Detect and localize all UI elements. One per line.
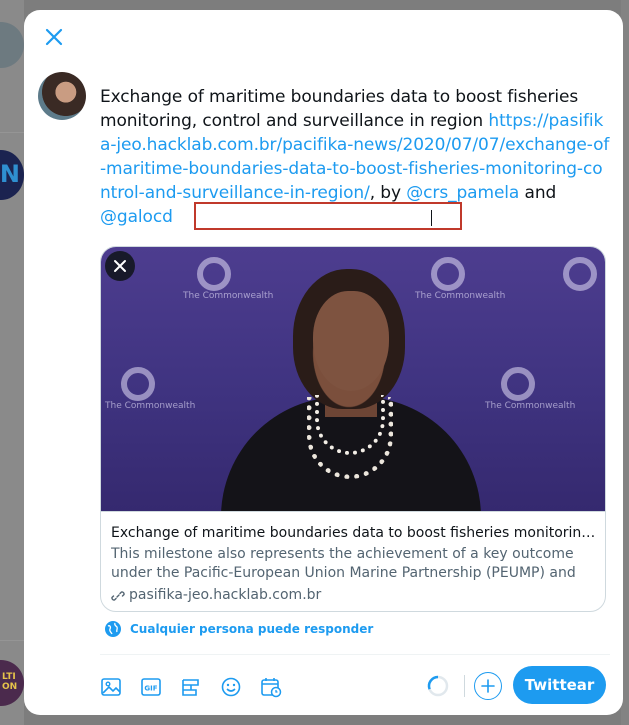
link-preview-domain-row: pasifika-jeo.hacklab.com.br — [111, 586, 597, 605]
add-media-button[interactable] — [96, 672, 126, 702]
link-preview-description: This milestone also represents the achie… — [111, 546, 576, 581]
background-avatar — [0, 150, 24, 200]
schedule-icon — [261, 678, 282, 698]
reply-setting-label: Cualquier persona puede responder — [130, 622, 374, 636]
link-preview-image: The Commonwealth The Commonwealth The Co… — [101, 247, 605, 511]
schedule-button[interactable] — [256, 672, 286, 702]
text-cursor — [431, 210, 432, 226]
background-avatar — [0, 660, 24, 706]
emoji-icon — [221, 677, 241, 697]
compose-tweet-modal: Exchange of maritime boundaries data to … — [24, 10, 623, 715]
mention-galocd[interactable]: @galocd — [100, 207, 173, 227]
link-preview-card[interactable]: The Commonwealth The Commonwealth The Co… — [100, 246, 606, 612]
close-modal-button[interactable] — [38, 21, 70, 53]
tweet-text-editor[interactable]: Exchange of maritime boundaries data to … — [100, 85, 610, 229]
commonwealth-logo-text: The Commonwealth — [183, 291, 274, 301]
add-poll-button[interactable] — [176, 672, 206, 702]
character-count-ring — [427, 675, 449, 697]
close-icon — [114, 260, 126, 272]
commonwealth-logo-text: The Commonwealth — [415, 291, 506, 301]
commonwealth-logo — [197, 257, 231, 291]
tweet-text-by: , by — [369, 183, 407, 203]
tweet-text-and: and — [519, 183, 557, 203]
close-icon — [45, 28, 63, 46]
link-preview-domain: pasifika-jeo.hacklab.com.br — [129, 587, 322, 603]
link-preview-meta: Exchange of maritime boundaries data to … — [101, 511, 605, 611]
remove-card-button[interactable] — [105, 251, 135, 281]
gif-icon: GIF — [141, 678, 161, 696]
mention-crs-pamela[interactable]: @crs_pamela — [406, 183, 519, 203]
image-icon — [101, 678, 121, 696]
plus-icon — [481, 679, 495, 693]
background-divider — [0, 640, 24, 641]
background-timeline-left — [0, 0, 24, 725]
add-gif-button[interactable]: GIF — [136, 672, 166, 702]
background-divider — [0, 132, 24, 133]
commonwealth-logo — [563, 257, 597, 291]
commonwealth-logo-text: The Commonwealth — [485, 401, 576, 411]
globe-icon — [105, 621, 121, 637]
toolbar-divider — [100, 654, 610, 655]
person-figure — [313, 291, 389, 391]
compose-toolbar: GIF — [96, 672, 286, 702]
commonwealth-logo — [121, 367, 155, 401]
toolbar-separator — [464, 675, 465, 697]
tweet-button[interactable]: Twittear — [513, 666, 606, 704]
commonwealth-logo — [431, 257, 465, 291]
link-icon — [111, 590, 125, 601]
reply-setting-button[interactable]: Cualquier persona puede responder — [104, 620, 373, 638]
add-thread-tweet-button[interactable] — [474, 672, 502, 700]
background-avatar — [0, 22, 24, 68]
user-avatar[interactable] — [38, 72, 86, 120]
add-emoji-button[interactable] — [216, 672, 246, 702]
link-preview-title: Exchange of maritime boundaries data to … — [111, 525, 597, 541]
commonwealth-logo-text: The Commonwealth — [105, 401, 196, 411]
poll-icon — [182, 679, 199, 696]
commonwealth-logo — [501, 367, 535, 401]
svg-text:GIF: GIF — [144, 685, 157, 693]
